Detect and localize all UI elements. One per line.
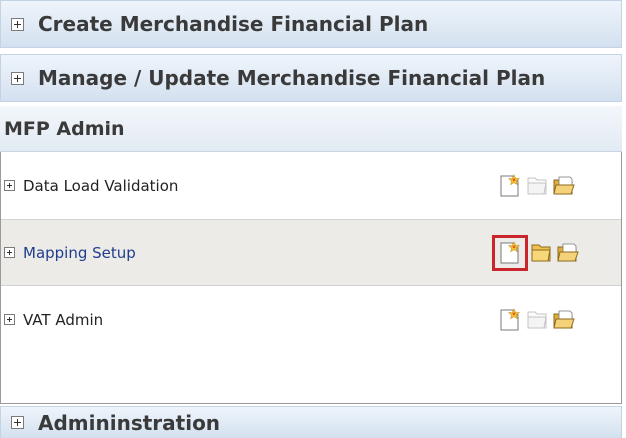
open-workbook-icon[interactable]: [529, 241, 553, 265]
expand-plus-icon[interactable]: [11, 416, 24, 429]
row-actions: [498, 307, 576, 332]
list-item-vat-admin[interactable]: VAT Admin: [1, 286, 621, 353]
open-folder-icon[interactable]: [552, 174, 576, 198]
row-actions: [498, 173, 576, 198]
new-workbook-icon[interactable]: [498, 307, 522, 332]
section-title: Manage / Update Merchandise Financial Pl…: [38, 66, 546, 90]
list-item-data-load-validation[interactable]: Data Load Validation: [1, 152, 621, 219]
section-title: Admininstration: [38, 410, 221, 435]
section-administration[interactable]: Admininstration: [0, 406, 622, 438]
new-workbook-icon[interactable]: [492, 234, 528, 271]
open-folder-icon[interactable]: [556, 241, 580, 265]
open-workbook-icon[interactable]: [525, 174, 549, 198]
section-title: Create Merchandise Financial Plan: [38, 12, 429, 36]
list-item-mapping-setup[interactable]: Mapping Setup: [1, 219, 621, 286]
expand-plus-icon[interactable]: [11, 17, 24, 31]
section-mfp-admin[interactable]: MFP Admin: [0, 106, 622, 152]
expand-plus-icon[interactable]: [4, 247, 15, 258]
admin-item-list: Data Load Validation Mapping Setup VAT A…: [0, 152, 622, 404]
new-workbook-icon[interactable]: [498, 173, 522, 198]
section-create-plan[interactable]: Create Merchandise Financial Plan: [0, 0, 622, 48]
expand-plus-icon[interactable]: [4, 180, 15, 191]
row-actions: [492, 234, 580, 271]
section-manage-plan[interactable]: Manage / Update Merchandise Financial Pl…: [0, 54, 622, 102]
open-folder-icon[interactable]: [552, 308, 576, 332]
expand-plus-icon[interactable]: [11, 71, 24, 85]
section-title: MFP Admin: [4, 117, 125, 140]
expand-plus-icon[interactable]: [4, 314, 15, 325]
open-workbook-icon[interactable]: [525, 308, 549, 332]
